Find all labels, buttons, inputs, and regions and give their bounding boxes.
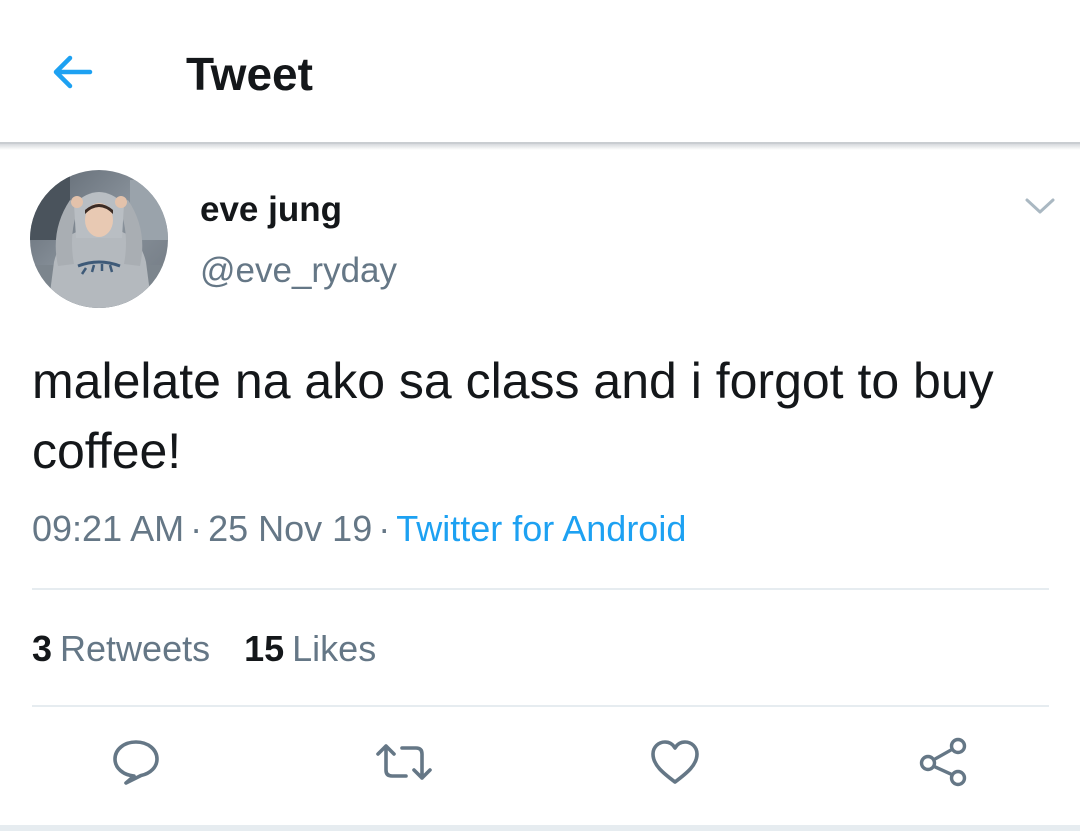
tweet-date: 25 Nov 19	[208, 508, 373, 549]
avatar[interactable]	[30, 170, 168, 308]
share-icon	[916, 736, 972, 793]
retweets-count: 3	[32, 628, 53, 669]
tweet-stats: 3 Retweets 15 Likes	[32, 626, 376, 672]
retweets-label: Retweets	[60, 628, 211, 669]
tweet-source-link[interactable]: Twitter for Android	[396, 508, 686, 549]
likes-label: Likes	[292, 628, 377, 669]
page-title: Tweet	[186, 48, 313, 100]
chevron-down-icon	[1024, 196, 1056, 221]
likes-stat[interactable]: 15 Likes	[244, 626, 376, 672]
tweet-options-button[interactable]	[1018, 190, 1062, 226]
tweet-time: 09:21 AM	[32, 508, 185, 549]
author-handle[interactable]: @eve_ryday	[200, 251, 397, 291]
retweet-button[interactable]	[374, 736, 434, 792]
meta-separator: ·	[190, 508, 203, 549]
like-button[interactable]	[645, 736, 705, 792]
top-bar: Tweet	[0, 0, 1080, 145]
author-display-name[interactable]: eve jung	[200, 190, 342, 230]
retweets-stat[interactable]: 3 Retweets	[32, 626, 210, 672]
reply-icon	[110, 737, 162, 792]
meta-separator: ·	[378, 508, 391, 549]
like-icon	[649, 738, 701, 791]
reply-button[interactable]	[106, 736, 166, 792]
likes-count: 15	[244, 628, 285, 669]
bottom-divider	[0, 825, 1080, 831]
divider	[32, 705, 1049, 707]
tweet-text: malelate na ako sa class and i forgot to…	[32, 353, 994, 479]
share-button[interactable]	[914, 736, 974, 792]
tweet-metadata: 09:21 AM · 25 Nov 19 · Twitter for Android	[32, 506, 686, 552]
header-divider	[0, 142, 1080, 144]
divider	[32, 588, 1049, 590]
retweet-icon	[374, 740, 434, 789]
arrow-left-icon	[50, 54, 94, 95]
back-button[interactable]	[44, 48, 100, 100]
